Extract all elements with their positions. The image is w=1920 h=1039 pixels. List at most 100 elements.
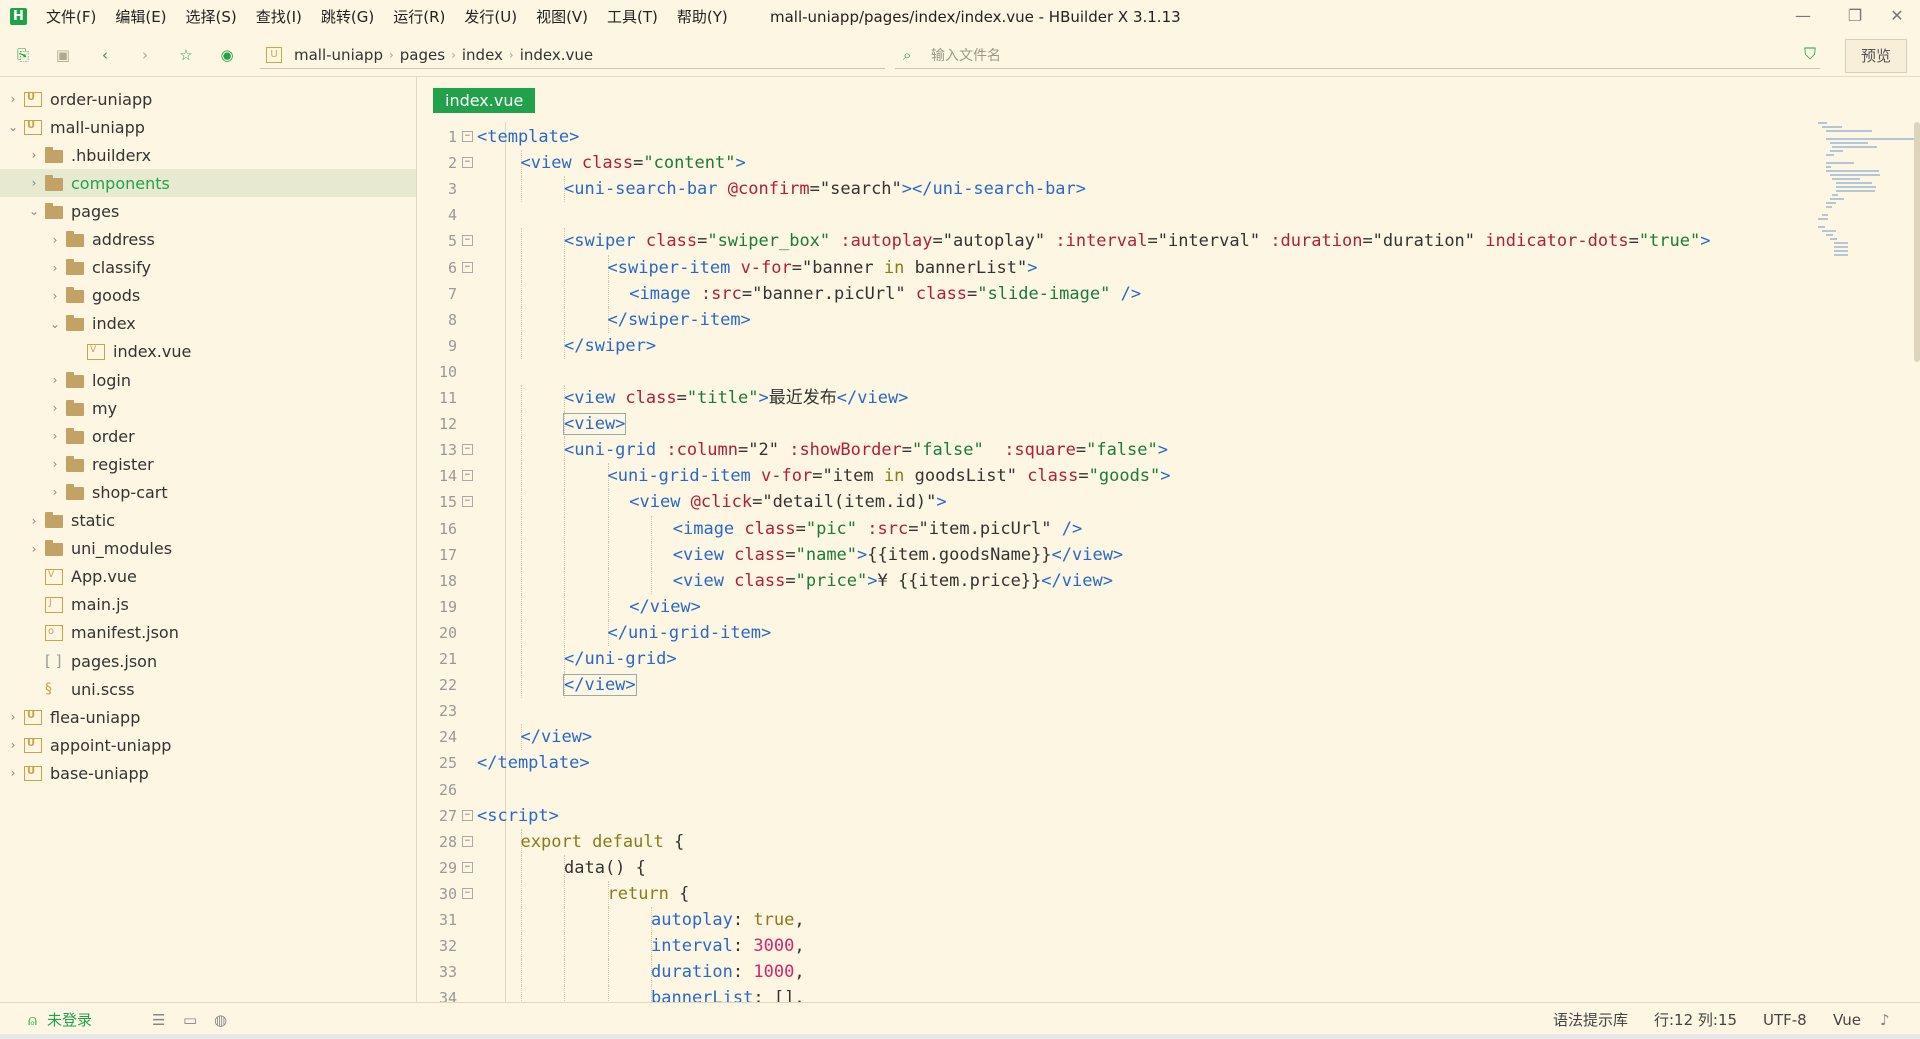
code-line[interactable]: 26 (417, 777, 1807, 803)
tree-item[interactable]: [ ] pages.json (0, 647, 416, 675)
code-line[interactable]: 20 </uni-grid-item> (417, 619, 1807, 646)
tree-item[interactable]: › .hbuilderx (0, 141, 416, 169)
breadcrumb-item[interactable]: pages (400, 46, 445, 64)
code-line[interactable]: 6− <swiper-item v-for="banner in bannerLi… (417, 254, 1807, 281)
language-mode[interactable]: Vue (1833, 1003, 1861, 1037)
fold-toggle-icon[interactable]: − (462, 809, 473, 821)
tree-item[interactable]: › order-uniapp (0, 85, 416, 113)
code-line[interactable]: 31 autoplay: true, (417, 907, 1807, 933)
back-icon[interactable]: ‹ (96, 46, 114, 64)
code-line[interactable]: 17 <view class="name">{{item.goodsName}}<… (417, 541, 1807, 568)
fold-toggle-icon[interactable]: − (462, 887, 473, 899)
login-status[interactable]: 未登录 (47, 1003, 92, 1037)
code-line[interactable]: 4 (417, 202, 1807, 228)
code-line[interactable]: 18 <view class="price">¥ {{item.price}}</… (417, 567, 1807, 594)
code-line[interactable]: 3 <uni-search-bar @confirm="search"></uni… (417, 176, 1807, 203)
save-icon[interactable]: ▣ (54, 46, 72, 64)
code-line[interactable]: 32 interval: 3000, (417, 933, 1807, 960)
fold-toggle-icon[interactable]: − (462, 835, 473, 847)
code-line[interactable]: 25 </template> (417, 750, 1807, 776)
tree-item[interactable]: › flea-uniapp (0, 703, 416, 731)
tree-item[interactable]: ⌄ index (0, 310, 416, 338)
breadcrumb-item[interactable]: index.vue (520, 46, 593, 64)
tab-index-vue[interactable]: index.vue (433, 88, 536, 113)
breadcrumb-item[interactable]: mall-uniapp (294, 46, 383, 64)
code-line[interactable]: 2− <view class="content"> (417, 150, 1807, 177)
code-line[interactable]: 29− data() { (417, 854, 1807, 881)
tree-item[interactable]: ⌄ mall-uniapp (0, 113, 416, 141)
chevron-down-icon[interactable]: ⌄ (27, 204, 41, 218)
minimap[interactable] (1810, 122, 1920, 542)
syntax-lib[interactable]: 语法提示库 (1553, 1003, 1628, 1037)
fold-toggle-icon[interactable]: − (462, 444, 473, 456)
menu-item[interactable]: 编辑(E) (115, 0, 166, 34)
file-search-input[interactable] (929, 44, 1793, 68)
tree-item[interactable]: index.vue (0, 338, 416, 366)
chevron-down-icon[interactable]: ⌄ (6, 120, 20, 134)
menu-item[interactable]: 查找(I) (256, 0, 302, 34)
maximize-icon[interactable]: ❐ (1832, 0, 1878, 34)
chevron-right-icon[interactable]: › (6, 92, 20, 106)
code-line[interactable]: 16 <image class="pic" :src="item.picUrl" … (417, 515, 1807, 542)
chevron-right-icon[interactable]: › (48, 457, 62, 471)
notification-bell-icon[interactable]: ♪ (1880, 1003, 1890, 1037)
chevron-right-icon[interactable]: › (6, 710, 20, 724)
tree-item[interactable]: › address (0, 226, 416, 254)
menu-item[interactable]: 工具(T) (607, 0, 658, 34)
preview-button[interactable]: 预览 (1845, 39, 1907, 73)
tree-item[interactable]: › goods (0, 282, 416, 310)
tree-item[interactable]: › order (0, 422, 416, 450)
code-line[interactable]: 22 </view> (417, 672, 1807, 699)
chevron-right-icon[interactable]: › (48, 373, 62, 387)
run-icon[interactable]: ◉ (218, 46, 236, 64)
tree-item[interactable]: › shop-cart (0, 478, 416, 506)
new-file-icon[interactable]: ⎘ (14, 46, 32, 64)
code-line[interactable]: 24 </view> (417, 724, 1807, 751)
chevron-right-icon[interactable]: › (27, 148, 41, 162)
globe-icon[interactable]: ◍ (214, 1003, 227, 1037)
fold-toggle-icon[interactable]: − (462, 470, 473, 482)
chevron-right-icon[interactable]: › (48, 261, 62, 275)
chevron-right-icon[interactable]: › (27, 176, 41, 190)
tree-item[interactable]: › classify (0, 254, 416, 282)
tree-item[interactable]: manifest.json (0, 619, 416, 647)
code-area[interactable]: 1− <template> 2− <view class="content"> 3 <un… (417, 124, 1807, 1004)
code-line[interactable]: 11 <view class="title">最近发布</view> (417, 385, 1807, 411)
menu-item[interactable]: 跳转(G) (321, 0, 374, 34)
favorite-star-icon[interactable]: ☆ (177, 46, 195, 64)
menu-item[interactable]: 发行(U) (464, 0, 517, 34)
code-line[interactable]: 21 </uni-grid> (417, 646, 1807, 672)
tree-item[interactable]: › appoint-uniapp (0, 731, 416, 759)
code-line[interactable]: 14− <uni-grid-item v-for="item in goodsLi… (417, 463, 1807, 490)
tree-item[interactable]: App.vue (0, 563, 416, 591)
breadcrumb-item[interactable]: index (462, 46, 503, 64)
code-line[interactable]: 7 <image :src="banner.picUrl" class="slid… (417, 280, 1807, 307)
tree-item[interactable]: ⌄ pages (0, 197, 416, 225)
tree-item[interactable]: › uni_modules (0, 535, 416, 563)
code-line[interactable]: 15− <view @click="detail(item.id)"> (417, 489, 1807, 516)
close-icon[interactable]: ✕ (1874, 0, 1920, 34)
tree-item[interactable]: › my (0, 394, 416, 422)
encoding[interactable]: UTF-8 (1763, 1003, 1807, 1037)
code-line[interactable]: 5− <swiper class="swiper_box" :autoplay="… (417, 228, 1807, 255)
chevron-right-icon[interactable]: › (27, 514, 41, 528)
code-line[interactable]: 12 <view> (417, 411, 1807, 438)
list-icon[interactable]: ☰ (152, 1003, 165, 1037)
forward-icon[interactable]: › (136, 46, 154, 64)
chevron-right-icon[interactable]: › (48, 485, 62, 499)
editor-scrollbar[interactable] (1914, 122, 1920, 362)
fold-toggle-icon[interactable]: − (462, 261, 473, 273)
chevron-right-icon[interactable]: › (6, 738, 20, 752)
fold-toggle-icon[interactable]: − (462, 131, 473, 142)
chevron-right-icon[interactable]: › (6, 766, 20, 780)
code-line[interactable]: 10 (417, 359, 1807, 385)
code-line[interactable]: 27− <script> (417, 803, 1807, 829)
cursor-position[interactable]: 行:12 列:15 (1654, 1003, 1737, 1037)
user-icon[interactable]: ⍝ (28, 1003, 37, 1037)
menu-item[interactable]: 帮助(Y) (677, 0, 728, 34)
code-line[interactable]: 33 duration: 1000, (417, 959, 1807, 986)
tree-item[interactable]: › base-uniapp (0, 759, 416, 787)
fold-toggle-icon[interactable]: − (462, 157, 473, 169)
code-line[interactable]: 23 (417, 698, 1807, 724)
chevron-right-icon[interactable]: › (48, 429, 62, 443)
